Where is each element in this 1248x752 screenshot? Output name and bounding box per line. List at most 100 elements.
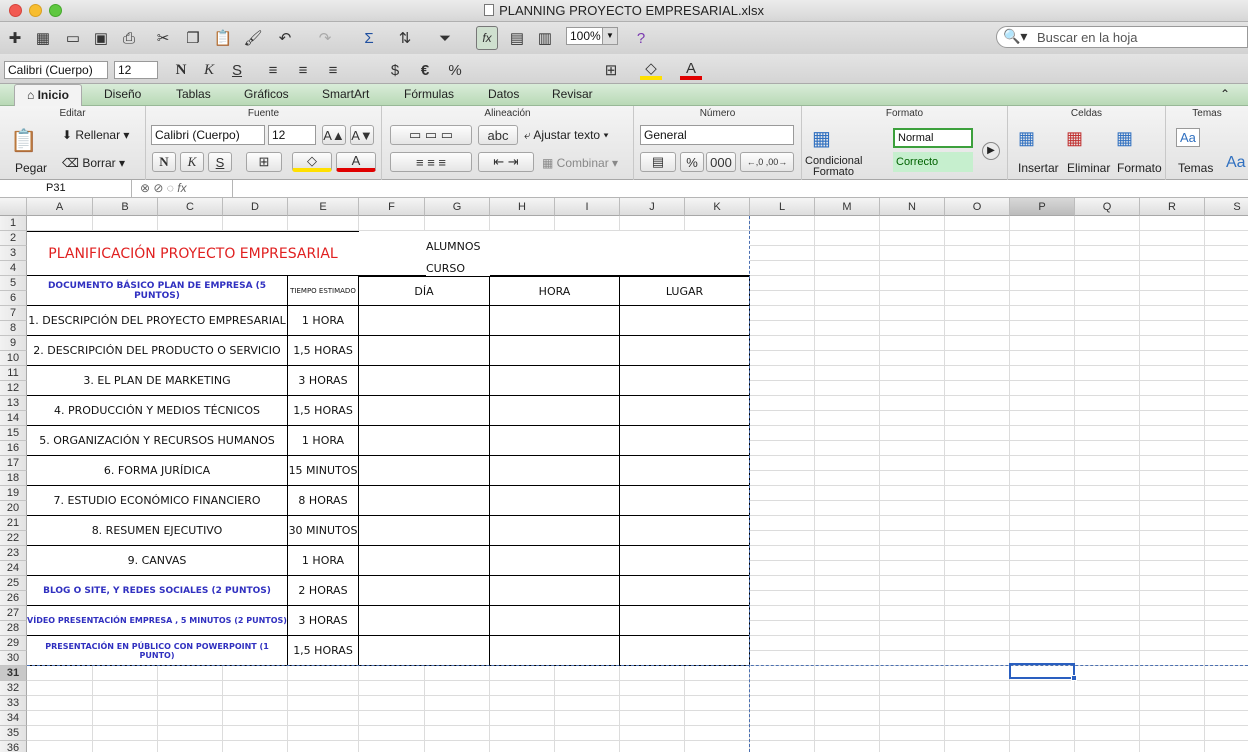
task-name[interactable]: 7. ESTUDIO ECONÓMICO FINANCIERO	[27, 486, 288, 516]
column-header[interactable]: M	[815, 198, 880, 216]
row-header[interactable]: 35	[0, 726, 27, 741]
task-lugar-cell[interactable]	[620, 396, 750, 426]
row-header[interactable]: 3	[0, 246, 27, 261]
bold-button[interactable]: N	[170, 60, 192, 80]
row-header[interactable]: 36	[0, 741, 27, 752]
currency-icon[interactable]: $	[384, 60, 406, 80]
task-dia-cell[interactable]	[359, 456, 490, 486]
theme-fonts-button[interactable]: Aa	[1226, 154, 1246, 172]
column-header[interactable]: D	[223, 198, 288, 216]
column-header[interactable]: N	[880, 198, 945, 216]
task-dia-cell[interactable]	[359, 576, 490, 606]
task-hora-cell[interactable]	[490, 306, 620, 336]
task-name[interactable]: PRESENTACIÓN EN PÚBLICO CON POWERPOINT (…	[27, 636, 288, 666]
grow-font-icon[interactable]: A▲	[322, 125, 346, 145]
column-header[interactable]: B	[93, 198, 158, 216]
task-hora-cell[interactable]	[490, 516, 620, 546]
vertical-align-icon[interactable]: ▭ ▭ ▭	[390, 125, 472, 145]
task-dia-cell[interactable]	[359, 306, 490, 336]
task-dia-cell[interactable]	[359, 396, 490, 426]
ribbon-fill-color-icon[interactable]: ◇	[292, 152, 332, 172]
row-header[interactable]: 23	[0, 546, 27, 561]
task-lugar-cell[interactable]	[620, 336, 750, 366]
task-lugar-cell[interactable]	[620, 576, 750, 606]
task-time[interactable]: 1 HORA	[288, 426, 359, 456]
indent-icon[interactable]: ⇤ ⇥	[478, 152, 534, 172]
row-header[interactable]: 6	[0, 291, 27, 306]
font-color-icon[interactable]: A	[680, 60, 702, 80]
collapse-ribbon-icon[interactable]: ⌃	[1220, 87, 1230, 101]
underline-button[interactable]: S	[226, 60, 248, 80]
selected-cell[interactable]	[1009, 663, 1075, 679]
row-header[interactable]: 22	[0, 531, 27, 546]
row-header[interactable]: 12	[0, 381, 27, 396]
rellenar-button[interactable]: ⬇ Rellenar ▾	[62, 128, 129, 142]
row-header[interactable]: 20	[0, 501, 27, 516]
tab-smartart[interactable]: SmartArt	[322, 87, 369, 101]
row-header[interactable]: 26	[0, 591, 27, 606]
insert-cells-icon[interactable]: ▦	[1018, 128, 1035, 149]
task-lugar-cell[interactable]	[620, 516, 750, 546]
fill-color-icon[interactable]: ◇	[640, 60, 662, 80]
filter-icon[interactable]: ⏷	[434, 26, 456, 50]
task-hora-cell[interactable]	[490, 426, 620, 456]
row-header[interactable]: 14	[0, 411, 27, 426]
task-dia-cell[interactable]	[359, 426, 490, 456]
thousands-button[interactable]: 000	[706, 152, 736, 172]
row-header[interactable]: 32	[0, 681, 27, 696]
task-dia-cell[interactable]	[359, 516, 490, 546]
undo-icon[interactable]: ↶	[274, 26, 296, 50]
row-header[interactable]: 34	[0, 711, 27, 726]
formato-cells-button[interactable]: Formato	[1117, 161, 1162, 175]
header-documento[interactable]: DOCUMENTO BÁSICO PLAN DE EMPRESA (5 PUNT…	[27, 276, 288, 306]
paste-icon[interactable]: 📋	[10, 128, 37, 154]
task-name[interactable]: 1. DESCRIPCIÓN DEL PROYECTO EMPRESARIAL	[27, 306, 288, 336]
task-time[interactable]: 1 HORA	[288, 546, 359, 576]
tab-tablas[interactable]: Tablas	[176, 87, 211, 101]
column-header[interactable]: P	[1010, 198, 1075, 216]
style-correcto[interactable]: Correcto	[893, 152, 973, 172]
row-header[interactable]: 1	[0, 216, 27, 231]
task-dia-cell[interactable]	[359, 606, 490, 636]
tab-graficos[interactable]: Gráficos	[244, 87, 289, 101]
task-time[interactable]: 3 HORAS	[288, 366, 359, 396]
column-header[interactable]: A	[27, 198, 93, 216]
font-size-select[interactable]: 12	[114, 61, 158, 79]
formato-label[interactable]: Formato	[813, 166, 854, 178]
row-header[interactable]: 11	[0, 366, 27, 381]
task-lugar-cell[interactable]	[620, 306, 750, 336]
autosum-icon[interactable]: Σ	[358, 26, 380, 50]
sheet-title[interactable]: PLANIFICACIÓN PROYECTO EMPRESARIAL	[27, 231, 359, 276]
task-time[interactable]: 1,5 HORAS	[288, 396, 359, 426]
ribbon-italic-button[interactable]: K	[180, 152, 204, 172]
row-header[interactable]: 24	[0, 561, 27, 576]
task-time[interactable]: 1,5 HORAS	[288, 636, 359, 666]
column-header[interactable]: H	[490, 198, 555, 216]
column-header[interactable]: I	[555, 198, 620, 216]
row-header[interactable]: 13	[0, 396, 27, 411]
task-name[interactable]: VÍDEO PRESENTACIÓN EMPRESA , 5 MINUTOS (…	[27, 606, 288, 636]
task-hora-cell[interactable]	[490, 396, 620, 426]
row-header[interactable]: 15	[0, 426, 27, 441]
task-lugar-cell[interactable]	[620, 546, 750, 576]
gallery-icon[interactable]: ▦	[32, 26, 54, 50]
header-hora[interactable]: HORA	[490, 276, 620, 306]
task-dia-cell[interactable]	[359, 486, 490, 516]
borders-icon[interactable]: ⊞	[600, 60, 622, 80]
task-time[interactable]: 3 HORAS	[288, 606, 359, 636]
tab-revisar[interactable]: Revisar	[552, 87, 593, 101]
help-icon[interactable]: ?	[630, 26, 652, 50]
task-hora-cell[interactable]	[490, 336, 620, 366]
percent-icon[interactable]: %	[444, 60, 466, 80]
shrink-font-icon[interactable]: A▼	[350, 125, 374, 145]
row-header[interactable]: 5	[0, 276, 27, 291]
task-name[interactable]: 3. EL PLAN DE MARKETING	[27, 366, 288, 396]
column-header[interactable]: C	[158, 198, 223, 216]
decimals-icon[interactable]: ←,0 ,00→	[740, 152, 794, 172]
task-name[interactable]: 4. PRODUCCIÓN Y MEDIOS TÉCNICOS	[27, 396, 288, 426]
row-header[interactable]: 2	[0, 231, 27, 246]
ribbon-bold-button[interactable]: N	[152, 152, 176, 172]
task-time[interactable]: 15 MINUTOS	[288, 456, 359, 486]
column-header[interactable]: F	[359, 198, 425, 216]
row-header[interactable]: 30	[0, 651, 27, 666]
